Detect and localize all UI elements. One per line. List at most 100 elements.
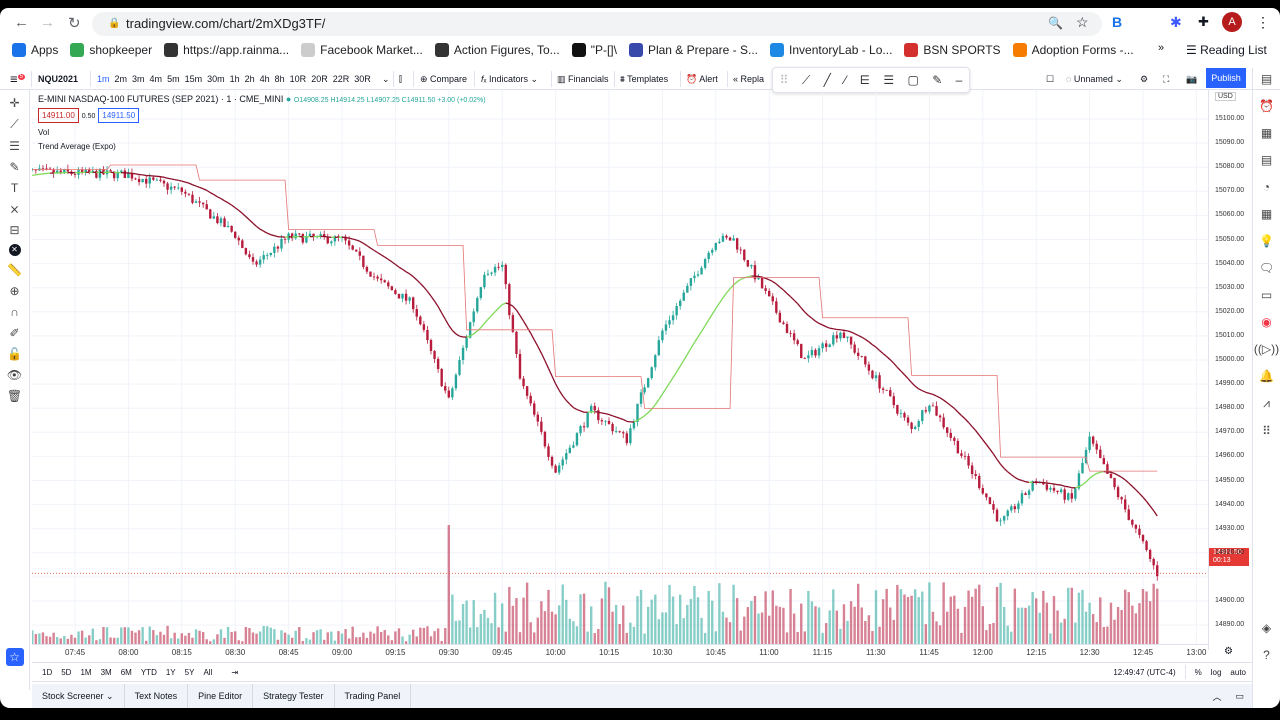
text-tool-icon[interactable]: T: [11, 181, 18, 195]
interval-5m[interactable]: 5m: [167, 73, 180, 85]
magnet-icon[interactable]: ∩: [10, 305, 19, 319]
bookmark[interactable]: shopkeeper: [70, 43, 152, 57]
private-chat-icon[interactable]: ▭: [1261, 288, 1272, 302]
range-5y[interactable]: 5Y: [185, 668, 195, 677]
trend-line-icon[interactable]: ⟋: [802, 73, 810, 88]
financials-button[interactable]: ▥ Financials: [557, 73, 609, 85]
streams-icon[interactable]: ◉: [1261, 315, 1271, 329]
trash-icon[interactable]: 🗑: [7, 389, 22, 403]
interval-3m[interactable]: 3m: [132, 73, 145, 85]
interval-2m[interactable]: 2m: [115, 73, 128, 85]
goto-date-icon[interactable]: ⇥: [231, 668, 238, 677]
chart-type-icon[interactable]: ⫿: [399, 73, 402, 85]
range-all[interactable]: All: [203, 668, 212, 677]
zoom-icon[interactable]: 🔍: [1048, 16, 1063, 30]
bookmark[interactable]: InventoryLab - Lo...: [770, 43, 892, 57]
icon-tool-icon[interactable]: ✕: [8, 244, 21, 256]
interval-dropdown-icon[interactable]: ⌄: [382, 73, 390, 85]
interval-1m[interactable]: 1m: [97, 73, 110, 85]
buy-button[interactable]: 14911.50: [98, 108, 140, 123]
chart-settings-icon[interactable]: ⚙: [1224, 646, 1233, 657]
back-icon[interactable]: ←: [14, 14, 29, 31]
crosshair-icon[interactable]: ✛: [9, 96, 19, 110]
extension-b-icon[interactable]: B: [1112, 14, 1122, 30]
reading-list[interactable]: ☰ Reading List: [1186, 43, 1267, 57]
interval-22R[interactable]: 22R: [333, 73, 350, 85]
parallel-channel-icon[interactable]: ☰: [883, 73, 894, 87]
ruler-icon[interactable]: 📏: [7, 263, 22, 277]
more-bookmarks-icon[interactable]: »: [1158, 42, 1164, 54]
calendar-icon[interactable]: ▦: [1261, 207, 1272, 221]
fullscreen-icon[interactable]: ⛶: [1163, 73, 1169, 85]
pattern-tool-icon[interactable]: ⨯: [9, 202, 19, 216]
bookmark[interactable]: Facebook Market...: [301, 43, 423, 57]
interval-20R[interactable]: 20R: [311, 73, 328, 85]
watchlist-icon[interactable]: ▤: [1261, 72, 1272, 86]
prediction-tool-icon[interactable]: ⊟: [9, 223, 19, 237]
bookmark[interactable]: "P-[]\: [571, 43, 617, 57]
range-3m[interactable]: 3M: [101, 668, 112, 677]
star-icon[interactable]: ☆: [1076, 14, 1089, 31]
volume-legend[interactable]: Vol: [38, 128, 486, 137]
range-5d[interactable]: 5D: [61, 668, 71, 677]
compare-button[interactable]: ⊕ Compare: [420, 73, 467, 85]
forward-icon[interactable]: →: [40, 14, 55, 31]
address-bar[interactable]: 🔒 tradingview.com/chart/2mXDg3TF/: [92, 12, 1102, 36]
bookmark[interactable]: Plan & Prepare - S...: [628, 43, 758, 57]
profile-avatar[interactable]: A: [1222, 12, 1242, 32]
symbol-search[interactable]: NQU2021: [38, 73, 78, 85]
zoom-in-icon[interactable]: ⊕: [9, 284, 19, 298]
bookmark[interactable]: https://app.rainma...: [164, 43, 289, 57]
collapse-panel-icon[interactable]: ︿: [1212, 690, 1221, 703]
main-menu-icon[interactable]: ≡ 5: [10, 71, 25, 85]
range-1d[interactable]: 1D: [42, 668, 52, 677]
time-axis[interactable]: 07:45 08:00 08:15 08:30 08:45 09:00 09:15 09:30…: [32, 644, 1208, 660]
extensions-icon[interactable]: ✚: [1198, 14, 1209, 30]
indicator-legend[interactable]: Trend Average (Expo): [38, 142, 486, 151]
bookmark[interactable]: BSN SPORTS: [904, 43, 1001, 57]
sell-button[interactable]: 14911.00: [38, 108, 79, 123]
select-rectangle-icon[interactable]: ☐: [1046, 73, 1054, 85]
hotlists-icon[interactable]: ◔: [1263, 180, 1270, 194]
interval-10R[interactable]: 10R: [290, 73, 307, 85]
chats-icon[interactable]: 🗨: [1259, 261, 1274, 275]
range-1y[interactable]: 1Y: [166, 668, 176, 677]
ideas-icon[interactable]: 💡: [1259, 234, 1274, 248]
indicators-button[interactable]: fₓ Indicators ⌄: [481, 73, 538, 85]
auto-toggle[interactable]: auto: [1230, 668, 1246, 677]
extension-snowflake-icon[interactable]: ✱: [1170, 14, 1182, 31]
tab-text-notes[interactable]: Text Notes: [125, 684, 189, 708]
rectangle-icon[interactable]: ▢: [908, 73, 919, 87]
brush-icon[interactable]: ✎: [932, 73, 942, 87]
menu-icon[interactable]: ⋮: [1256, 14, 1270, 31]
fib-icon[interactable]: ⋿: [860, 73, 870, 87]
brush-tool-icon[interactable]: ✎: [9, 160, 19, 174]
settings-icon[interactable]: ⚙: [1140, 73, 1148, 85]
horizontal-lines-icon[interactable]: ☰: [9, 139, 20, 153]
layout-button[interactable]: ◌ Unnamed ⌄: [1066, 73, 1123, 85]
replay-button[interactable]: « Repla: [733, 73, 764, 85]
snapshot-icon[interactable]: 📷: [1186, 73, 1197, 85]
price-chart[interactable]: [32, 90, 1208, 644]
trend-line-tool-icon[interactable]: ⟋: [10, 117, 18, 132]
bookmark[interactable]: Apps: [12, 43, 58, 57]
interval-1h[interactable]: 1h: [230, 73, 240, 85]
interval-30R[interactable]: 30R: [354, 73, 371, 85]
hide-drawings-icon[interactable]: 👁: [7, 368, 22, 382]
dom-icon[interactable]: ⠿: [1262, 424, 1271, 438]
horizontal-ray-icon[interactable]: –: [956, 73, 963, 87]
range-1m[interactable]: 1M: [80, 668, 91, 677]
log-toggle[interactable]: log: [1211, 668, 1222, 677]
maximize-panel-icon[interactable]: ▭: [1235, 691, 1244, 702]
broadcast-icon[interactable]: ((▷)): [1254, 342, 1279, 356]
price-axis[interactable]: USD 14911.50 00:13 15100.00 15090.00 15080.…: [1208, 90, 1252, 650]
interval-4m[interactable]: 4m: [150, 73, 163, 85]
lock-drawings-icon[interactable]: 🔓: [7, 347, 22, 361]
range-ytd[interactable]: YTD: [141, 668, 157, 677]
watchlist-star-icon[interactable]: ☆: [5, 648, 24, 666]
interval-30m[interactable]: 30m: [207, 73, 225, 85]
bookmark[interactable]: Adoption Forms -...: [1012, 43, 1134, 57]
tab-strategy-tester[interactable]: Strategy Tester: [253, 684, 335, 708]
tab-pine-editor[interactable]: Pine Editor: [188, 684, 254, 708]
order-panel-icon[interactable]: ⩘: [1263, 396, 1270, 411]
